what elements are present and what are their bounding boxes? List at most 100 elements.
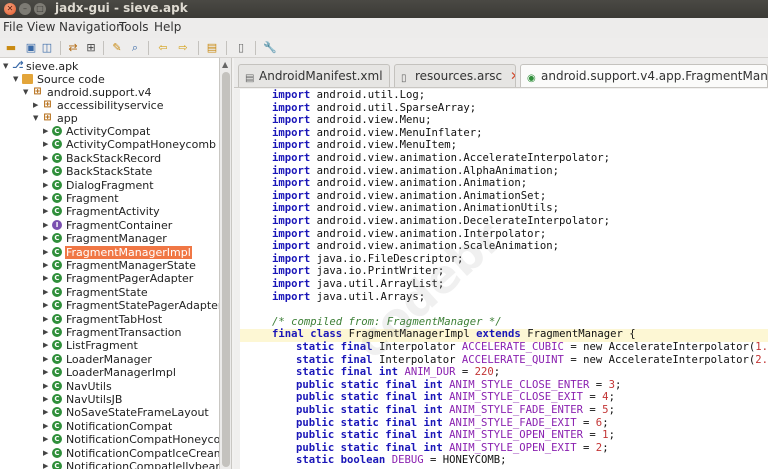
back-arrow-icon[interactable]: ⇦ [156,41,170,55]
tree-class-item[interactable]: ▶ C NavUtilsJB [43,393,123,406]
class-icon: C [52,206,62,217]
collapse-arrow-icon[interactable]: ▶ [33,99,42,112]
collapse-arrow-icon[interactable]: ▶ [43,420,52,433]
log-viewer-icon[interactable]: ▯ [234,41,248,55]
collapse-arrow-icon[interactable]: ▶ [43,406,52,419]
forward-arrow-icon[interactable]: ⇨ [176,41,190,55]
expand-arrow-icon[interactable]: ▼ [13,73,22,86]
menu-tools[interactable]: Tools [119,20,149,34]
sync-tree-icon[interactable]: ⇄ [66,41,80,55]
collapse-arrow-icon[interactable]: ▶ [43,339,52,352]
collapse-arrow-icon[interactable]: ▶ [43,152,52,165]
code-line: import android.view.Menu; [272,114,432,127]
menu-navigation[interactable]: Navigation [59,20,124,34]
menu-help[interactable]: Help [154,20,181,34]
tree-class-item[interactable]: ▶ C FragmentStatePagerAdapter [43,299,219,312]
class-icon: C [52,126,62,136]
class-icon: C [52,367,62,378]
menu-file[interactable]: File [3,20,23,34]
tab-resources-arsc[interactable]: ▯resources.arsc✕ [394,64,516,87]
find-class-icon[interactable]: ⌕ [128,41,142,55]
tree-class-item[interactable]: ▶ C FragmentTabHost [43,313,163,326]
close-window-icon[interactable]: ✕ [4,3,16,15]
tree-class-item[interactable]: ▶ C FragmentManagerImpl [43,245,192,259]
tree-class-item[interactable]: ▶ C Fragment [43,192,120,205]
tree-class-item[interactable]: ▶ C NotificationCompat [43,420,173,433]
expand-arrow-icon[interactable]: ▼ [23,86,32,99]
tree-node-source-code[interactable]: ▼ Source code [13,73,106,86]
collapse-arrow-icon[interactable]: ▶ [43,393,52,406]
collapse-arrow-icon[interactable]: ▶ [43,125,52,138]
tree-node-app[interactable]: ▼ ⊞ app [33,112,79,125]
collapse-arrow-icon[interactable]: ▶ [43,179,52,192]
toolbar-separator [255,41,256,55]
tab-android-manifest[interactable]: ▤AndroidManifest.xml✕ [238,64,390,87]
tree-class-item[interactable]: ▶ C ActivityCompatHoneycomb [43,138,217,151]
tree-class-item[interactable]: ▶ C BackStackRecord [43,152,162,165]
tree-node-accessibilityservice[interactable]: ▶ ⊞ accessibilityservice [33,99,165,112]
code-editor[interactable]: import android.util.Log; import android.u… [234,89,768,469]
collapse-arrow-icon[interactable]: ▶ [43,447,52,460]
collapse-arrow-icon[interactable]: ▶ [43,192,52,205]
tree-class-item[interactable]: ▶ C FragmentManagerState [43,259,197,272]
save-icon[interactable]: ▣ [24,41,38,55]
tree-class-item[interactable]: ▶ C LoaderManagerImpl [43,366,177,379]
code-line: import android.view.animation.Interpolat… [272,227,547,240]
save-all-icon[interactable]: ◫ [40,41,54,55]
tree-class-item[interactable]: ▶ C NoSaveStateFrameLayout [43,406,210,419]
scroll-up-icon[interactable]: ▲ [222,60,228,69]
collapse-arrow-icon[interactable]: ▶ [43,138,52,151]
tree-class-item[interactable]: ▶ C FragmentState [43,286,149,299]
preferences-icon[interactable]: 🔧 [263,41,277,55]
project-tree[interactable]: ▼ ⎇ sieve.apk ▼ Source code ▼ ⊞ android.suppo… [0,58,220,469]
collapse-arrow-icon[interactable]: ▶ [43,286,52,299]
collapse-arrow-icon[interactable]: ▶ [43,313,52,326]
tree-class-item[interactable]: ▶ C NavUtils [43,380,113,393]
tree-class-item[interactable]: ▶ C FragmentActivity [43,205,161,218]
close-tab-icon[interactable]: ✕ [510,65,515,87]
collapse-arrow-icon[interactable]: ▶ [43,326,52,339]
tree-class-item[interactable]: ▶ C LoaderManager [43,353,153,366]
flatten-packages-icon[interactable]: ⊞ [84,41,98,55]
code-line: static final Interpolator ACCELERATE_QUI… [296,353,768,366]
tree-class-item[interactable]: ▶ C NotificationCompatIceCream [43,447,219,460]
collapse-arrow-icon[interactable]: ▶ [43,205,52,218]
tree-class-item[interactable]: ▶ I FragmentContainer [43,219,173,232]
tree-class-item[interactable]: ▶ C ListFragment [43,339,139,352]
open-file-icon[interactable]: ▬ [4,41,18,55]
class-icon: C [52,260,62,270]
tree-node-package[interactable]: ▼ ⊞ android.support.v4 [23,86,152,99]
maximize-window-icon[interactable]: □ [34,3,46,15]
class-icon: C [52,447,62,458]
tree-class-item[interactable]: ▶ C ActivityCompat [43,125,151,138]
collapse-arrow-icon[interactable]: ▶ [43,299,52,312]
collapse-arrow-icon[interactable]: ▶ [43,232,52,245]
collapse-arrow-icon[interactable]: ▶ [43,380,52,393]
collapse-arrow-icon[interactable]: ▶ [43,259,52,272]
menu-view[interactable]: View [27,20,55,34]
tree-class-item[interactable]: ▶ C DialogFragment [43,179,155,192]
tree-class-item[interactable]: ▶ C FragmentManager [43,232,168,245]
collapse-arrow-icon[interactable]: ▶ [43,246,52,259]
tree-scrollbar[interactable]: ▲ [220,58,232,469]
collapse-arrow-icon[interactable]: ▶ [43,460,52,469]
expand-arrow-icon[interactable]: ▼ [3,60,12,73]
decompile-all-icon[interactable]: ▤ [205,41,219,55]
expand-arrow-icon[interactable]: ▼ [33,112,42,125]
tree-class-item[interactable]: ▶ C FragmentPagerAdapter [43,272,194,285]
tree-class-item[interactable]: ▶CNotificationCompatHoneycomb [43,433,219,446]
collapse-arrow-icon[interactable]: ▶ [43,219,52,232]
tree-class-item[interactable]: ▶ C NotificationCompatJellybean [43,460,219,469]
tab-fragment-manager-impl[interactable]: ◉android.support.v4.app.FragmentManagerI… [520,64,768,87]
tree-class-item[interactable]: ▶ C FragmentTransaction [43,326,182,339]
scrollbar-thumb[interactable] [222,72,230,467]
tree-node-apk[interactable]: ▼ ⎇ sieve.apk [3,60,79,73]
collapse-arrow-icon[interactable]: ▶ [43,165,52,178]
minimize-window-icon[interactable]: – [19,3,31,15]
tree-class-item[interactable]: ▶ C BackStackState [43,165,153,178]
search-text-icon[interactable]: ✎ [110,41,124,55]
collapse-arrow-icon[interactable]: ▶ [43,272,52,285]
collapse-arrow-icon[interactable]: ▶ [43,433,52,446]
collapse-arrow-icon[interactable]: ▶ [43,366,52,379]
collapse-arrow-icon[interactable]: ▶ [43,353,52,366]
